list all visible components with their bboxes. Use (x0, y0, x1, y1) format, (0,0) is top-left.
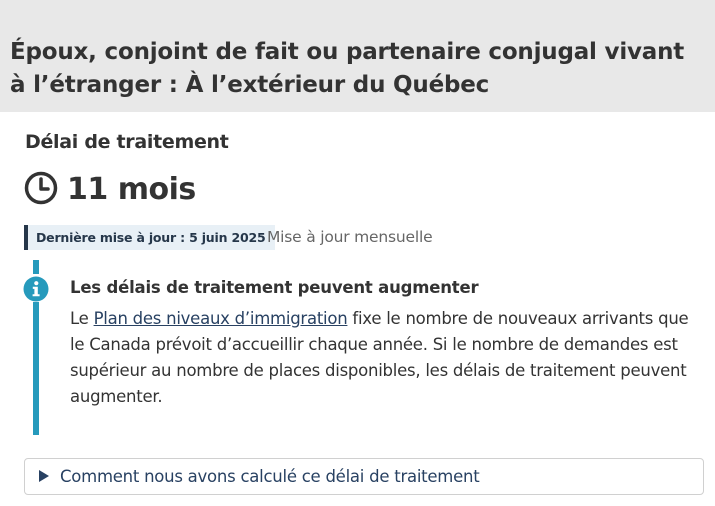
update-frequency: Mise à jour mensuelle (267, 228, 433, 246)
last-updated-badge: Dernière mise à jour : 5 juin 2025 (24, 225, 276, 250)
alert-body-prefix: Le (70, 309, 94, 328)
processing-time-heading: Délai de traitement (25, 131, 229, 153)
processing-duration: 11 mois (67, 172, 196, 207)
clock-icon (24, 171, 58, 205)
alert-title: Les délais de traitement peuvent augment… (70, 278, 479, 297)
page-title: Époux, conjoint de fait ou partenaire co… (10, 39, 685, 98)
calculation-details-label: Comment nous avons calculé ce délai de t… (60, 467, 480, 486)
alert-accent-bar-top (33, 260, 39, 274)
immigration-levels-plan-link[interactable]: Plan des niveaux d’immigration (94, 309, 348, 328)
alert-body: Le Plan des niveaux d’immigration fixe l… (70, 306, 700, 410)
expand-triangle-icon (39, 470, 49, 482)
alert-accent-bar (33, 302, 39, 435)
info-icon (23, 276, 49, 302)
calculation-details-toggle[interactable]: Comment nous avons calculé ce délai de t… (24, 458, 704, 495)
